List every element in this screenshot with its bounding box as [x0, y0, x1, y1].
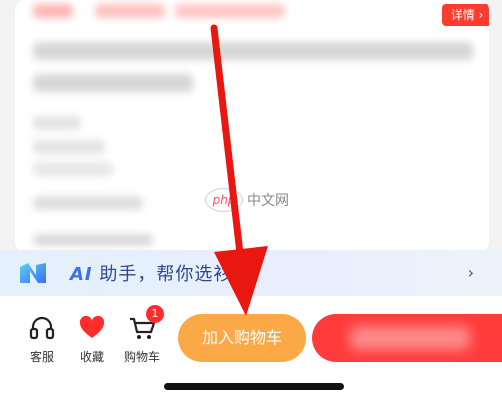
- buy-now-button[interactable]: [312, 314, 502, 362]
- ai-assistant-bar[interactable]: AI 助手，帮你选衫 ›: [0, 250, 502, 296]
- service-label: 客服: [29, 350, 54, 364]
- blurred-price-tag: [175, 4, 285, 18]
- favorite-button[interactable]: 收藏: [74, 314, 110, 365]
- blurred-price-tag: [33, 4, 73, 18]
- cart-count-badge: 1: [146, 305, 164, 323]
- ai-label: 助手，帮你选衫: [92, 264, 233, 285]
- blurred-attribute: [33, 196, 143, 210]
- blurred-attribute: [33, 162, 113, 176]
- watermark: php 中文网: [205, 188, 289, 212]
- details-button[interactable]: 详情 ›: [442, 4, 489, 26]
- ai-logo-icon: [20, 263, 46, 283]
- service-button[interactable]: 客服: [24, 314, 60, 365]
- ai-prefix: AI: [70, 264, 93, 285]
- product-card: 详情 ›: [15, 0, 489, 252]
- cart-button[interactable]: 1 购物车: [124, 305, 164, 365]
- heart-icon: [79, 315, 105, 338]
- blurred-attribute: [33, 234, 153, 246]
- blurred-price-tag: [95, 4, 165, 18]
- headset-icon: [29, 316, 55, 340]
- add-to-cart-button[interactable]: 加入购物车: [178, 314, 306, 362]
- blurred-title: [33, 42, 473, 60]
- blurred-attribute: [33, 116, 81, 130]
- favorite-label: 收藏: [79, 350, 104, 364]
- blurred-title: [33, 74, 193, 92]
- ai-assistant-text: AI 助手，帮你选衫: [70, 260, 232, 286]
- watermark-logo: php: [205, 188, 243, 212]
- bottom-action-bar: 客服 收藏 1 购物车 加入购物车: [0, 296, 502, 401]
- chevron-right-icon[interactable]: ›: [468, 263, 474, 282]
- blurred-buy-label: [350, 326, 470, 350]
- home-indicator[interactable]: [164, 383, 344, 390]
- watermark-text: 中文网: [247, 193, 289, 209]
- cart-label: 购物车: [124, 350, 161, 364]
- blurred-attribute: [33, 140, 105, 154]
